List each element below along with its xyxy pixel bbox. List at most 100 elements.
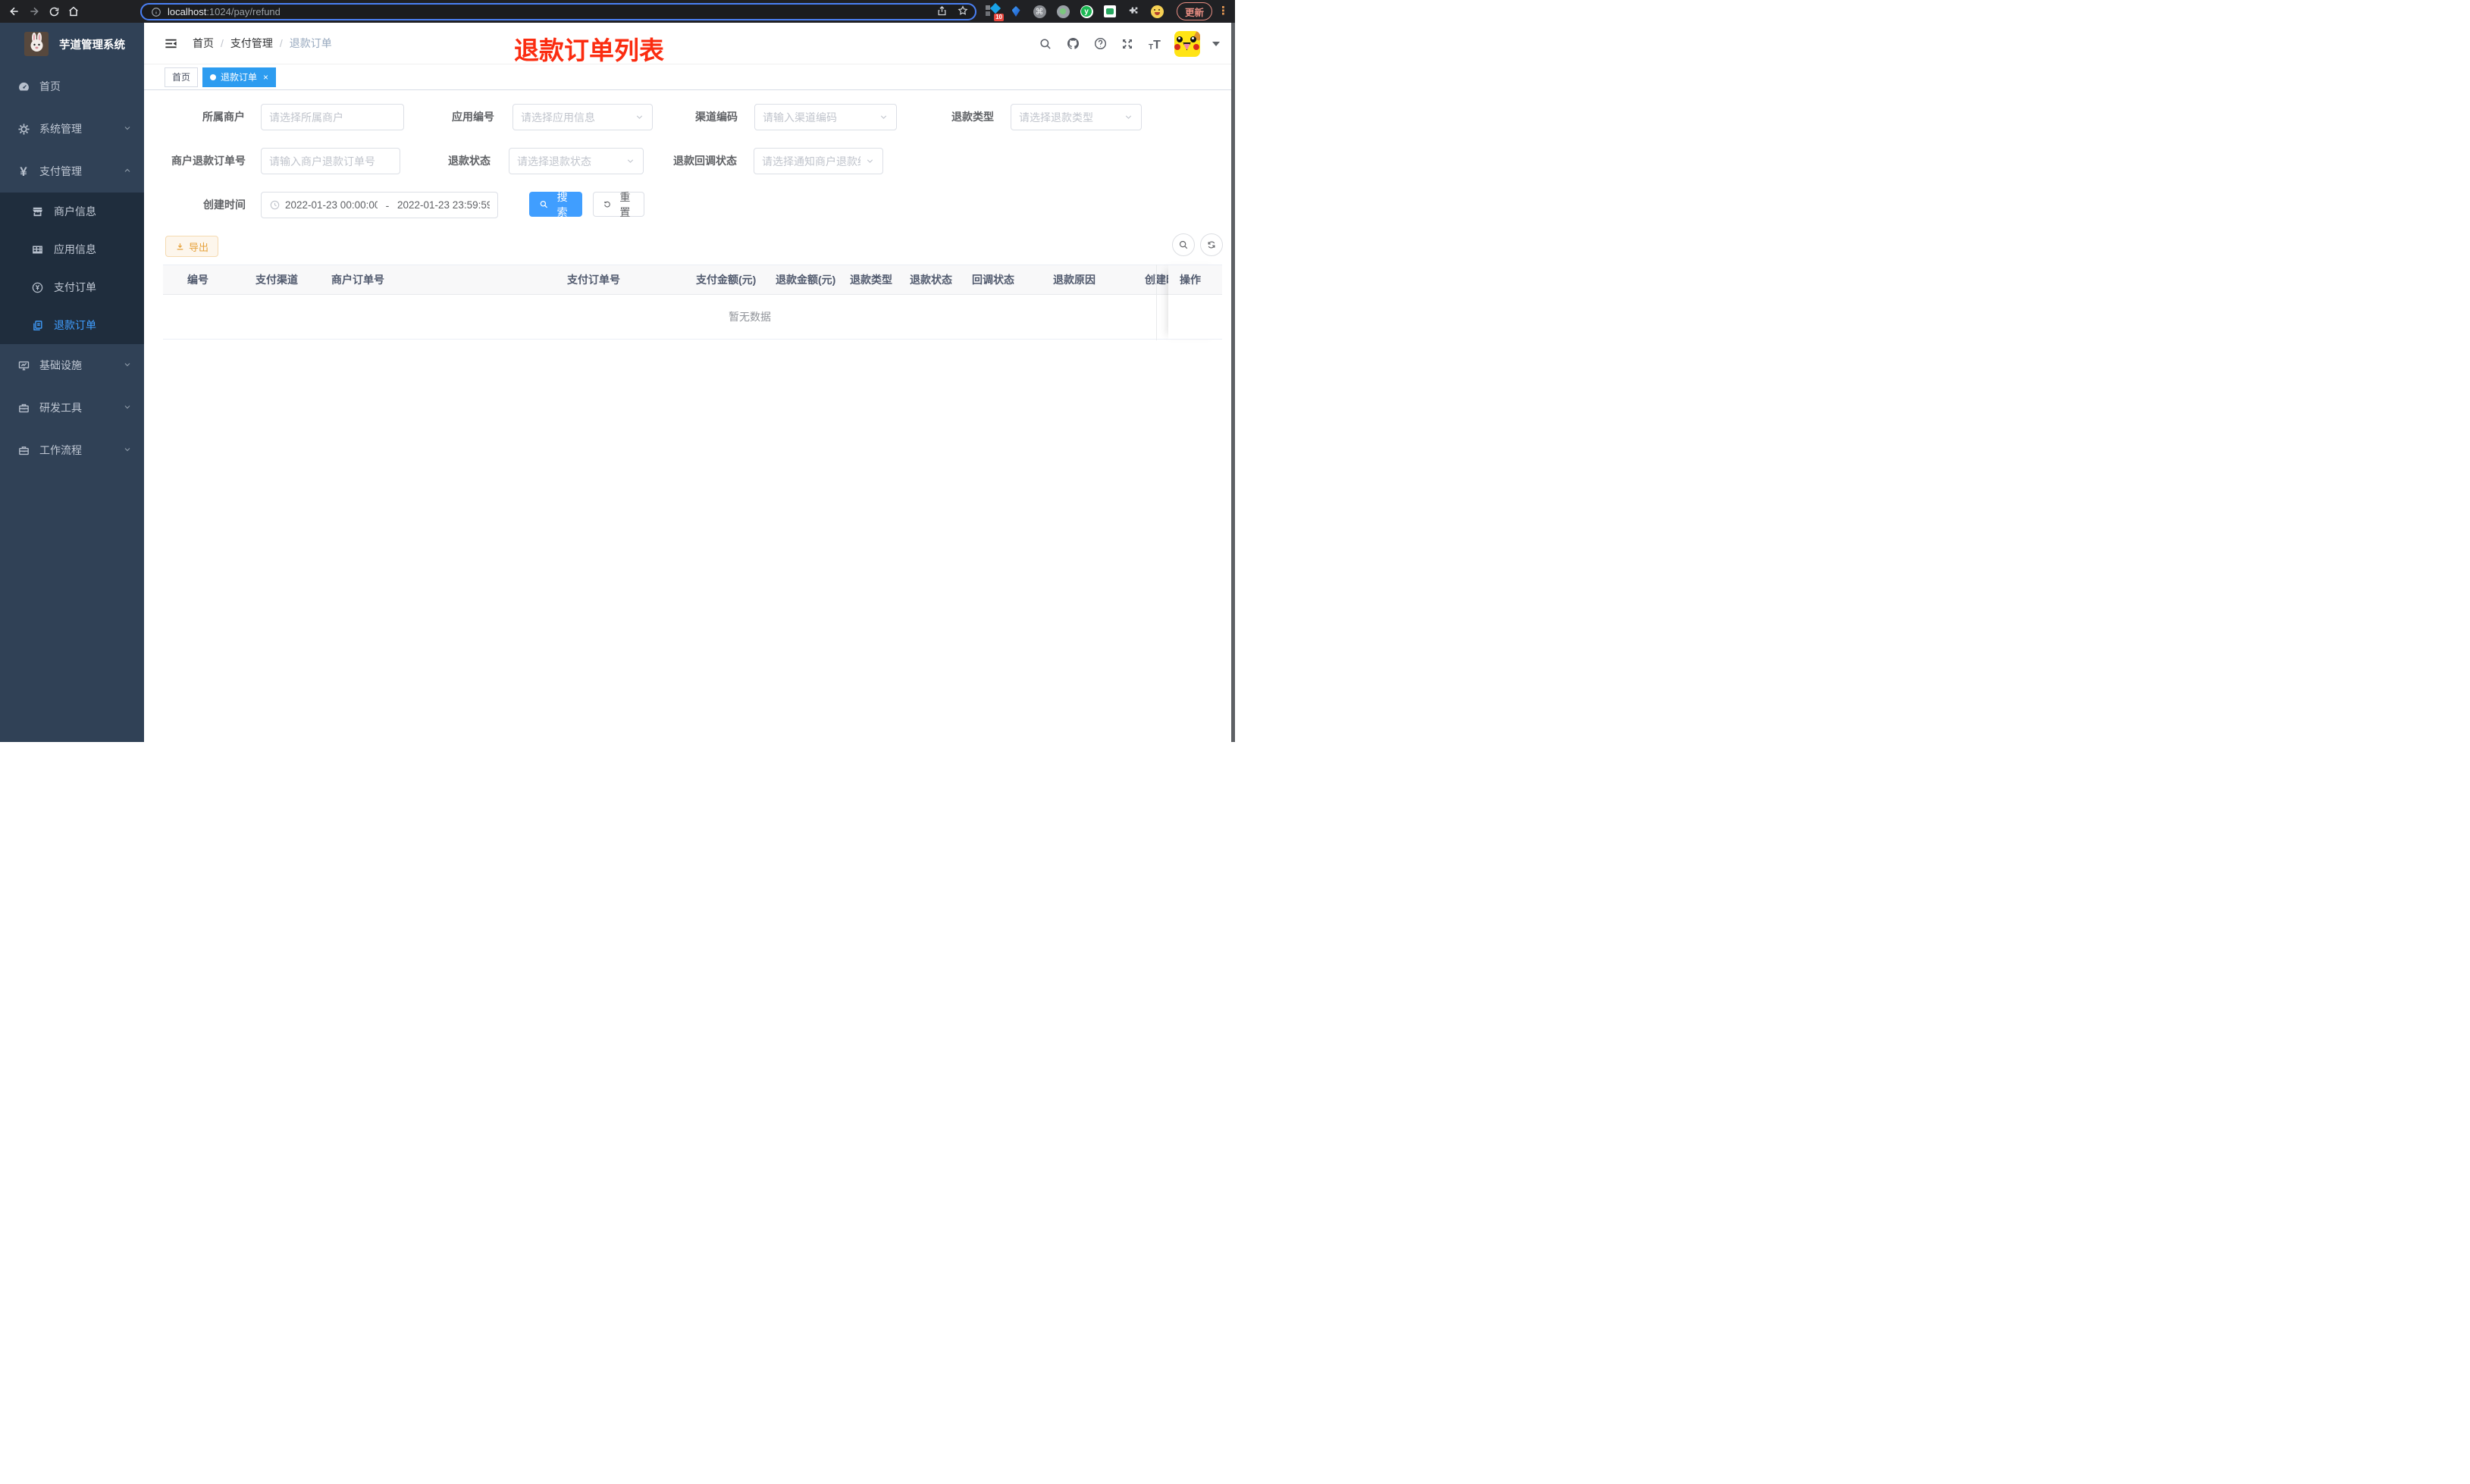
yen-circle-icon: [30, 280, 44, 294]
user-menu-caret-icon[interactable]: [1212, 41, 1220, 46]
browser-menu-icon[interactable]: ⋮: [1218, 3, 1229, 20]
browser-update-button[interactable]: 更新: [1177, 2, 1213, 20]
browser-back-button[interactable]: [5, 2, 24, 21]
gear-icon: [17, 122, 30, 136]
briefcase-icon: [17, 443, 30, 457]
sidebar-item-label: 基础设施: [39, 359, 82, 371]
date-range-separator: -: [385, 199, 390, 211]
clock-icon: [269, 199, 281, 211]
reset-button[interactable]: 重置: [593, 191, 644, 218]
tag-close-icon[interactable]: ×: [263, 73, 268, 82]
sidebar-item-label: 支付订单: [54, 281, 96, 293]
export-button[interactable]: 导出: [165, 236, 218, 257]
share-icon[interactable]: [936, 5, 948, 19]
tag-home[interactable]: 首页: [165, 67, 199, 87]
extension-icon-y[interactable]: y: [1080, 5, 1093, 18]
tag-refund-order[interactable]: 退款订单 ×: [202, 67, 277, 87]
sidebar-item-payment-order[interactable]: 支付订单: [0, 268, 144, 306]
monitor-icon: [17, 358, 30, 372]
extensions-puzzle-icon[interactable]: [1127, 5, 1140, 18]
search-button[interactable]: 搜索: [529, 191, 582, 218]
header-search-icon[interactable]: [1038, 36, 1053, 52]
extension-icon-tiles[interactable]: 10: [986, 2, 1004, 21]
refund-status-select[interactable]: 请选择退款状态: [509, 148, 644, 174]
chevron-down-icon: [123, 444, 132, 456]
site-info-icon[interactable]: [151, 7, 161, 17]
active-dot: [210, 74, 217, 80]
breadcrumb-current: 退款订单: [289, 37, 332, 49]
sidebar-item-label: 系统管理: [39, 123, 82, 135]
sidebar-item-system[interactable]: 系统管理: [0, 108, 144, 150]
extension-icon-chat[interactable]: [1103, 5, 1117, 18]
refresh-table-button[interactable]: [1200, 233, 1223, 256]
page-annotation: 退款订单列表: [514, 36, 664, 64]
filter-label-create-time: 创建时间: [203, 199, 246, 211]
column-header: 商户订单号: [331, 274, 384, 286]
sidebar-item-merchant-info[interactable]: 商户信息: [0, 193, 144, 230]
merchant-refund-no-input[interactable]: [269, 155, 392, 167]
merchant-refund-no-input-wrap[interactable]: [261, 148, 400, 174]
sidebar-item-label: 支付管理: [39, 165, 82, 177]
toolbox-icon: [17, 401, 30, 415]
user-avatar[interactable]: [1174, 30, 1200, 57]
breadcrumb: 首页 / 支付管理 / 退款订单: [193, 36, 332, 51]
refund-type-select[interactable]: 请选择退款类型: [1011, 104, 1142, 130]
browser-home-button[interactable]: [64, 2, 83, 21]
sidebar-item-payment[interactable]: ¥ 支付管理: [0, 150, 144, 193]
breadcrumb-home[interactable]: 首页: [193, 36, 214, 51]
sidebar-item-infrastructure[interactable]: 基础设施: [0, 344, 144, 387]
column-header: 支付渠道: [255, 274, 298, 286]
store-icon: [30, 205, 44, 218]
sidebar-item-refund-order[interactable]: 退款订单: [0, 306, 144, 344]
sidebar-item-app-info[interactable]: 应用信息: [0, 230, 144, 268]
column-header: 退款类型: [850, 274, 892, 286]
create-time-range-picker[interactable]: 2022-01-23 00:00:00 - 2022-01-23 23:59:5…: [261, 192, 498, 218]
app-title: 芋道管理系统: [59, 39, 125, 52]
filter-label-merchant-refund-no: 商户退款订单号: [171, 155, 246, 167]
browser-address-bar[interactable]: localhost:1024/pay/refund: [140, 3, 976, 20]
refund-table: 编号 支付渠道 商户订单号 支付订单号 支付金额(元) 退款金额(元) 退款类型…: [163, 265, 1222, 340]
chevron-down-icon: [1124, 112, 1133, 122]
show-search-toggle-button[interactable]: [1172, 233, 1195, 256]
documents-icon: [30, 318, 44, 332]
logo-rabbit-avatar: [24, 32, 49, 56]
filter-label-callback-status: 退款回调状态: [673, 155, 737, 167]
dashboard-icon: [17, 80, 30, 93]
help-icon[interactable]: [1092, 36, 1108, 52]
extension-icon-record[interactable]: [1056, 5, 1070, 18]
extension-icon-emoji[interactable]: [1150, 5, 1164, 18]
sidebar-item-label: 退款订单: [54, 319, 96, 331]
app-select[interactable]: 请选择应用信息: [512, 104, 653, 130]
sidebar: 芋道管理系统 首页 系统管理 ¥ 支付管理 商户信息 应用信息 支付订单 退款订…: [0, 23, 144, 742]
date-range-end[interactable]: 2022-01-23 23:59:59: [397, 199, 490, 211]
merchant-select[interactable]: [261, 104, 404, 130]
bookmark-star-icon[interactable]: [957, 5, 969, 19]
sidebar-item-label: 商户信息: [54, 205, 96, 218]
chevron-down-icon: [123, 402, 132, 414]
main-area: 首页 / 支付管理 / 退款订单 T T 退款订单列表 首页 退款订单 × 所属…: [144, 23, 1235, 742]
browser-reload-button[interactable]: [44, 2, 64, 21]
browser-forward-button[interactable]: [24, 2, 44, 21]
sidebar-collapse-icon[interactable]: [162, 35, 179, 52]
merchant-input[interactable]: [269, 111, 396, 124]
chevron-down-icon: [625, 156, 635, 166]
chevron-up-icon: [123, 165, 132, 177]
sidebar-item-workflow[interactable]: 工作流程: [0, 429, 144, 471]
date-range-start[interactable]: 2022-01-23 00:00:00: [285, 199, 378, 211]
channel-select[interactable]: 请输入渠道编码: [754, 104, 897, 130]
github-icon[interactable]: [1065, 36, 1080, 52]
app-logo[interactable]: 芋道管理系统: [0, 23, 144, 65]
column-header: 编号: [187, 274, 208, 286]
sidebar-submenu-payment: 商户信息 应用信息 支付订单 退款订单: [0, 193, 144, 344]
callback-status-select[interactable]: 请选择通知商户退款结果的: [754, 148, 883, 174]
extension-icon-command[interactable]: ⌘: [1033, 5, 1046, 18]
breadcrumb-payment[interactable]: 支付管理: [230, 36, 273, 51]
font-size-icon[interactable]: TT: [1147, 36, 1162, 52]
sidebar-item-dev-tools[interactable]: 研发工具: [0, 387, 144, 429]
window-scrollbar-edge[interactable]: [1231, 23, 1235, 742]
fullscreen-icon[interactable]: [1120, 36, 1135, 52]
extension-icon-kite[interactable]: [1009, 5, 1023, 18]
chevron-down-icon: [123, 123, 132, 135]
browser-extensions: 10 ⌘ y: [986, 0, 1164, 23]
sidebar-item-home[interactable]: 首页: [0, 65, 144, 108]
